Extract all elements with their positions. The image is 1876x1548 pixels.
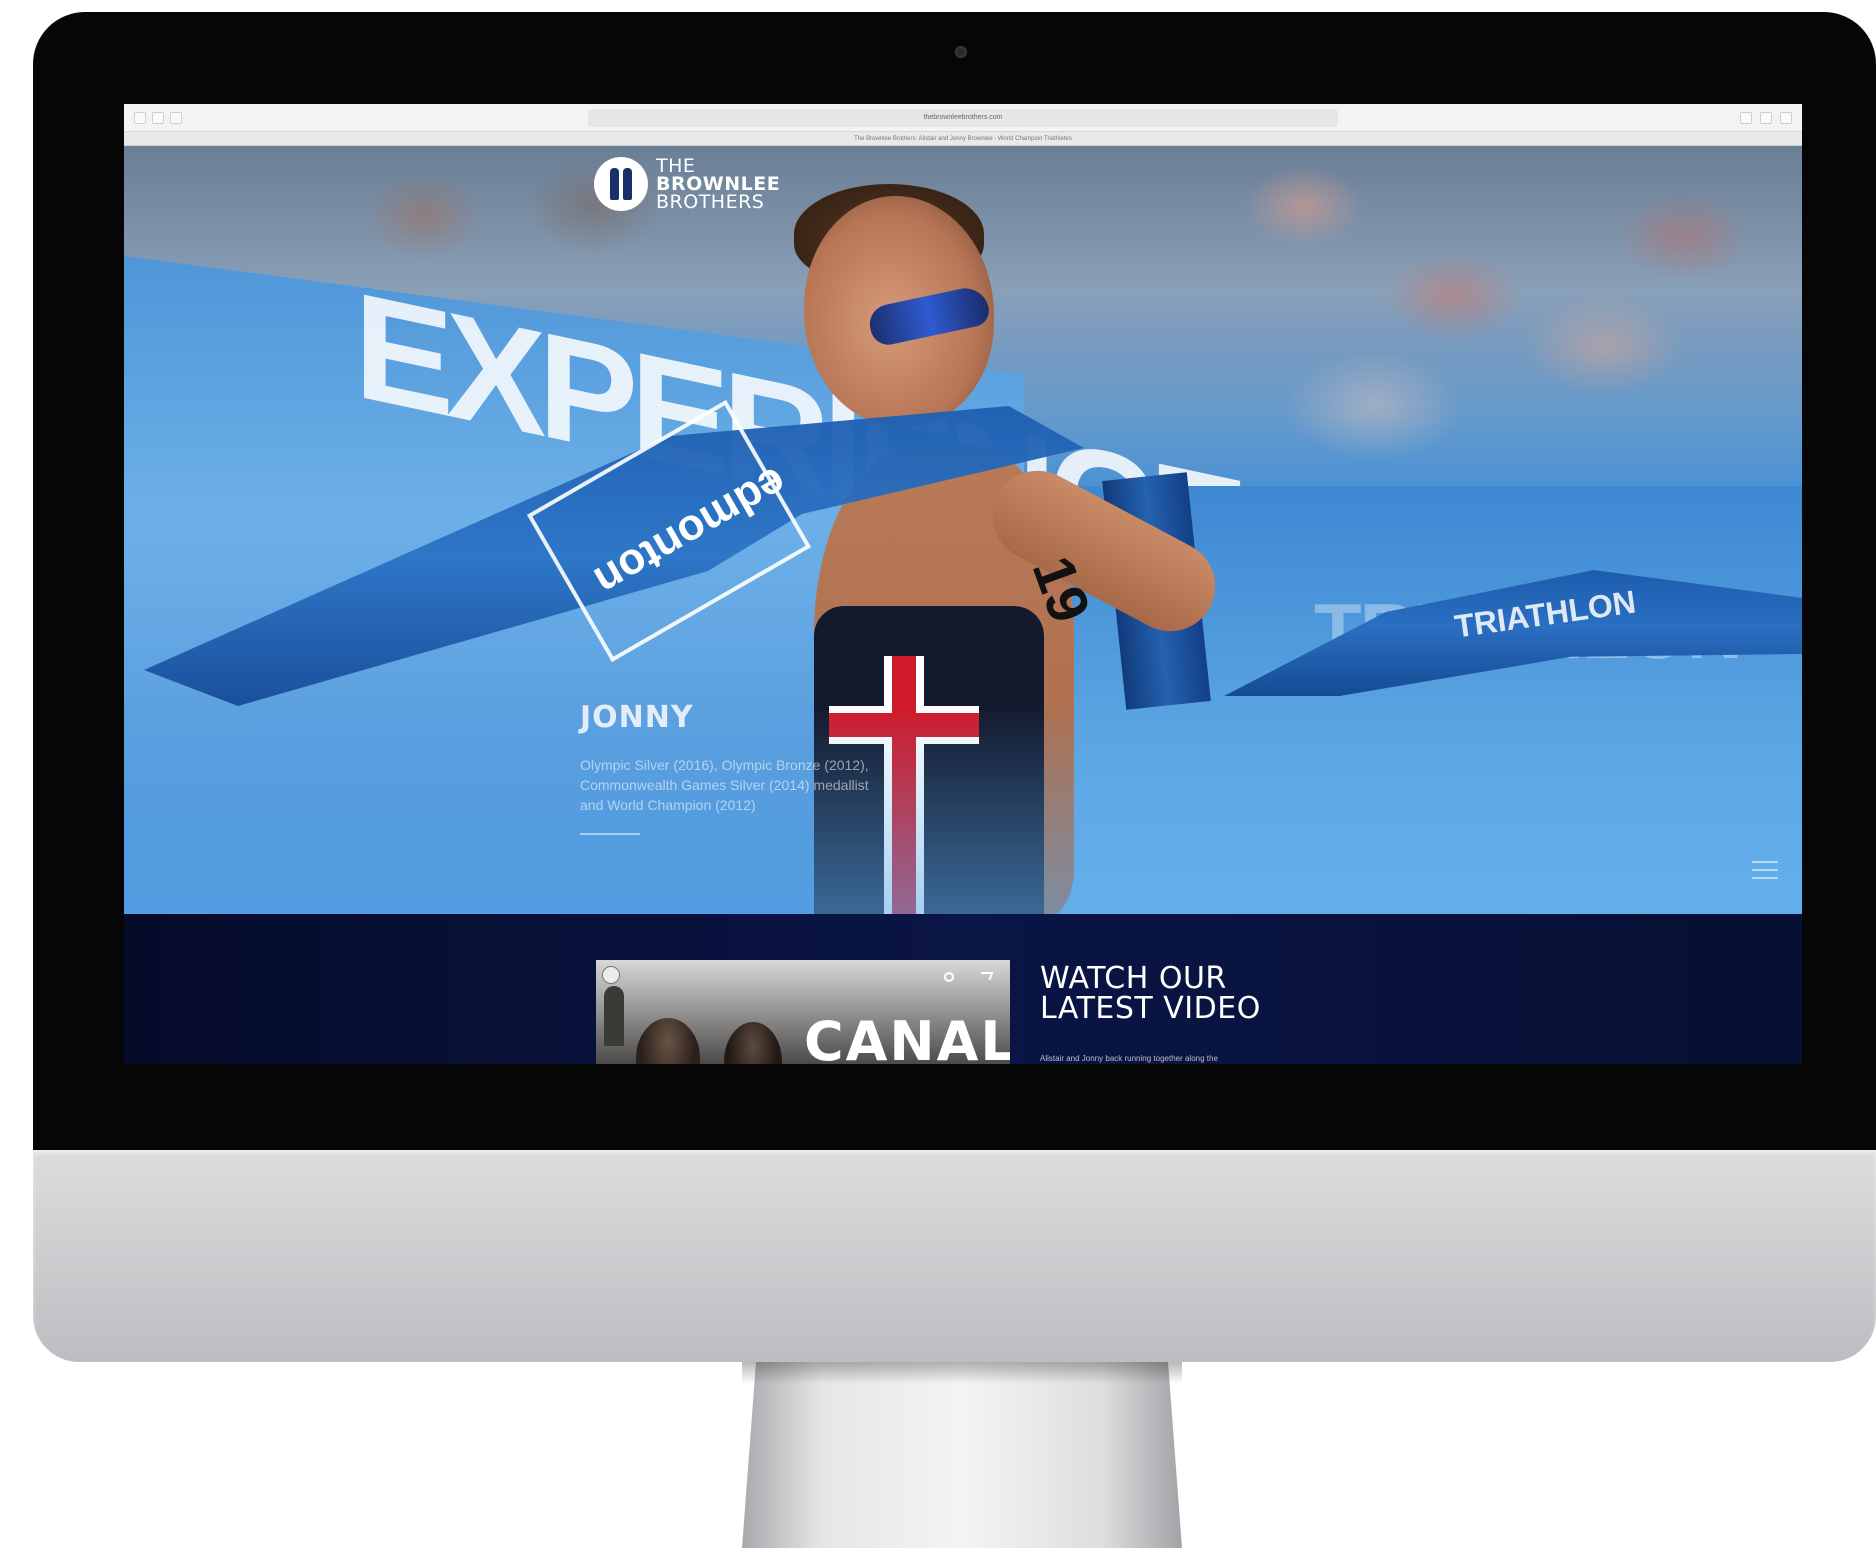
hero-section: EXPERIENCE TRIATHLON edmonton 19 TRIATHL… [124, 146, 1802, 914]
address-bar[interactable]: thebrownleebrothers.com [588, 109, 1338, 127]
athlete-achievements: Olympic Silver (2016), Olympic Bronze (2… [580, 757, 869, 813]
site-logo[interactable]: THE BROWNLEE BROTHERS [594, 157, 780, 213]
browser-nav-controls [134, 112, 182, 124]
video-thumbnail[interactable]: CANAL [596, 960, 1010, 1064]
video-thumbnail-title: CANAL [804, 1010, 1010, 1064]
hero-caption: JONNY Olympic Silver (2016), Olympic Bro… [580, 700, 880, 835]
logo-figures-icon [606, 166, 636, 202]
browser-toolbar: thebrownleebrothers.com [124, 104, 1802, 132]
video-section: CANAL WATCH OUR LATEST VIDEO Alistair an… [124, 914, 1802, 1064]
forward-icon[interactable] [152, 112, 164, 124]
logo-text: THE BROWNLEE BROTHERS [656, 157, 780, 213]
athlete-name: JONNY [580, 700, 694, 735]
logo-figure-left [610, 168, 619, 200]
sidebar-icon[interactable] [170, 112, 182, 124]
logo-line-brothers: BROTHERS [656, 191, 765, 213]
menu-icon[interactable] [1752, 852, 1778, 888]
thumb-runner [636, 1018, 700, 1064]
menu-line [1752, 861, 1778, 863]
browser-tab[interactable]: The Brownlee Brothers: Alistair and Jonn… [124, 132, 1802, 146]
tabs-icon[interactable] [1780, 112, 1792, 124]
video-heading-line2: LATEST VIDEO [1040, 991, 1261, 1026]
logo-figure-right [623, 168, 632, 200]
share-icon[interactable] [1760, 112, 1772, 124]
menu-line [1752, 877, 1778, 879]
hero-fade [124, 706, 1802, 914]
camera-icon [955, 46, 967, 58]
menu-line [1752, 869, 1778, 871]
screen: thebrownleebrothers.com The Brownlee Bro… [124, 104, 1802, 1064]
channel-avatar [602, 966, 620, 984]
video-description: Alistair and Jonny back running together… [1040, 1054, 1218, 1063]
share-icon[interactable] [978, 972, 994, 980]
read-more-link[interactable] [580, 833, 640, 835]
imac-stand [742, 1362, 1182, 1548]
video-heading-line1: WATCH OUR [1040, 961, 1227, 996]
download-icon[interactable] [1740, 112, 1752, 124]
watch-later-icon[interactable] [944, 972, 954, 982]
imac-stand-shadow [742, 1362, 1182, 1384]
browser-toolbar-right [1740, 112, 1792, 124]
logo-mark-icon [594, 157, 648, 211]
thumb-tree [604, 986, 624, 1046]
imac-chin [33, 1150, 1876, 1362]
thumb-runner [724, 1022, 782, 1064]
video-heading: WATCH OUR LATEST VIDEO [1040, 964, 1261, 1024]
back-icon[interactable] [134, 112, 146, 124]
